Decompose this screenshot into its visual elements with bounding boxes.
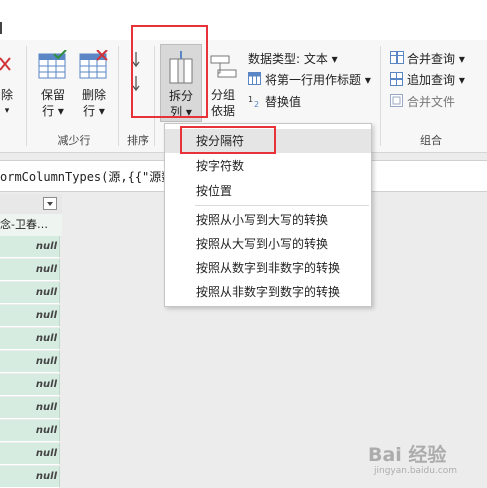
group-divider xyxy=(380,46,381,146)
table-cell-null[interactable]: null xyxy=(0,351,60,373)
keep-rows-label-2: 行 ▾ xyxy=(42,104,64,118)
column-header[interactable] xyxy=(0,194,62,215)
group-label-reduce-rows: 减少行 xyxy=(57,134,91,147)
use-first-row-as-headers-label: 将第一行用作标题 ▾ xyxy=(265,73,371,87)
watermark-url: jingyan.baidu.com xyxy=(374,466,458,476)
group-label-sort: 排序 xyxy=(127,134,149,147)
merge-queries-icon xyxy=(390,51,404,64)
menu-item-upper-to-lower[interactable]: 按照从大写到小写的转换 xyxy=(165,232,371,256)
svg-text:2: 2 xyxy=(254,100,259,108)
watermark-logo: Bai 经验 xyxy=(368,444,447,466)
replace-values-button[interactable]: 1 2 替换值 xyxy=(248,93,328,109)
use-first-row-as-headers-button[interactable]: 将第一行用作标题 ▾ xyxy=(248,71,378,87)
append-queries-label: 追加查询 ▾ xyxy=(407,73,465,87)
merge-queries-button[interactable]: 合并查询 ▾ xyxy=(390,50,486,66)
table-cell-null[interactable]: null xyxy=(0,443,60,465)
append-queries-icon xyxy=(390,72,403,86)
group-by-label: 分组 xyxy=(210,88,235,102)
table-cell-null[interactable]: null xyxy=(0,397,60,419)
combine-files-label: 合并文件 xyxy=(407,95,456,109)
menu-item-lower-to-upper[interactable]: 按照从小写到大写的转换 xyxy=(165,208,371,232)
replace-values-icon: 1 2 xyxy=(248,95,259,108)
menu-item-nondigit-to-digit[interactable]: 按照从非数字到数字的转换 xyxy=(165,280,371,304)
group-by-icon xyxy=(210,55,237,78)
keep-rows-icon xyxy=(38,50,67,79)
title-strip xyxy=(0,0,487,40)
combine-files-icon xyxy=(390,94,403,107)
table-cell-null[interactable]: null xyxy=(0,466,60,488)
remove-columns-button[interactable]: 除 ▾ xyxy=(0,48,16,116)
table-cell-null[interactable]: null xyxy=(0,420,60,442)
data-type-dropdown[interactable]: 数据类型: 文本 ▾ xyxy=(248,50,376,66)
combine-files-button[interactable]: 合并文件 xyxy=(390,93,486,109)
menu-item-by-number-of-characters[interactable]: 按字符数 xyxy=(165,154,371,178)
remove-columns-icon xyxy=(0,57,11,71)
menu-item-by-positions[interactable]: 按位置 xyxy=(165,179,371,203)
watermark: Bai 经验 jingyan.baidu.com xyxy=(368,440,486,486)
keep-rows-label: 保留 xyxy=(40,88,65,102)
remove-rows-icon xyxy=(79,50,108,79)
filter-dropdown-icon xyxy=(47,202,53,206)
table-cell-null[interactable]: null xyxy=(0,236,60,258)
menu-item-digit-to-nondigit[interactable]: 按照从数字到非数字的转换 xyxy=(165,256,371,280)
highlight-split-button xyxy=(131,25,208,118)
column-filter-button[interactable] xyxy=(43,197,57,210)
highlight-by-delimiter xyxy=(180,126,276,154)
title-edge-icon xyxy=(0,22,6,34)
group-by-label-2: 依据 xyxy=(210,104,235,118)
menu-divider xyxy=(195,205,369,206)
group-by-button[interactable]: 分组 依据 xyxy=(206,46,240,120)
group-label-combine: 组合 xyxy=(420,134,442,147)
table-cell-null[interactable]: null xyxy=(0,259,60,281)
replace-values-label: 替换值 xyxy=(265,95,302,109)
remove-rows-button[interactable]: 删除 行 ▾ xyxy=(76,46,112,120)
table-cell-null[interactable]: null xyxy=(0,374,60,396)
remove-rows-label-2: 行 ▾ xyxy=(83,104,105,118)
table-cell-null[interactable]: null xyxy=(0,282,60,304)
table-cell-null[interactable]: null xyxy=(0,328,60,350)
table-cell-null[interactable]: null xyxy=(0,305,60,327)
svg-text:1: 1 xyxy=(248,95,253,104)
remove-columns-label: 除 xyxy=(0,88,13,102)
merge-queries-label: 合并查询 ▾ xyxy=(407,52,465,66)
keep-rows-button[interactable]: 保留 行 ▾ xyxy=(36,46,70,120)
remove-columns-dropdown: ▾ xyxy=(4,106,10,116)
table-cell-text[interactable]: 念-卫春… xyxy=(0,214,62,236)
group-divider xyxy=(118,46,119,146)
group-divider xyxy=(26,46,27,146)
data-table: 念-卫春… null null null null null null null null nu… xyxy=(0,194,62,488)
append-queries-button[interactable]: 追加查询 ▾ xyxy=(390,71,486,87)
remove-rows-label: 删除 xyxy=(81,88,106,102)
table-header-icon xyxy=(248,72,261,85)
formula-text: ormColumnTypes(源,{{"源数 xyxy=(0,170,174,184)
